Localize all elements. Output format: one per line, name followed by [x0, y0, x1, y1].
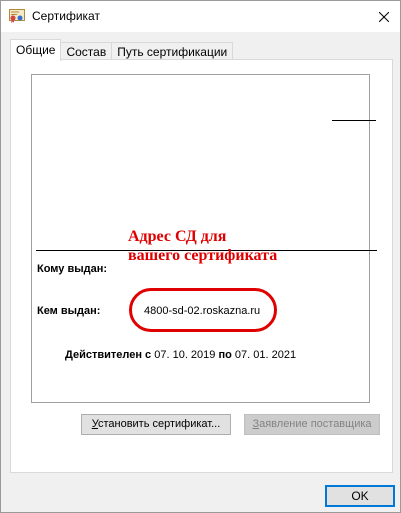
close-button[interactable]	[368, 1, 400, 32]
annotation-text: Адрес СД для вашего сертификата	[128, 227, 277, 265]
tab-general[interactable]: Общие	[10, 39, 62, 61]
valid-to-date: 07. 01. 2021	[234, 349, 297, 361]
title-bar: Сертификат	[1, 1, 400, 32]
certificate-dialog: Сертификат Общие Состав Путь сертификаци…	[0, 0, 401, 513]
install-certificate-button[interactable]: Установить сертификат...	[81, 414, 231, 435]
valid-from-date: 07. 10. 2019	[154, 349, 216, 361]
annotation-line-1: Адрес СД для	[128, 228, 227, 245]
highlight-ellipse	[129, 288, 277, 332]
issuer-statement-button[interactable]: Заявление поставщика	[244, 414, 380, 435]
general-tab-panel: Адрес СД для вашего сертификата Кому выд…	[10, 59, 393, 473]
close-icon	[379, 11, 389, 22]
tab-strip: Общие Состав Путь сертификации	[10, 39, 234, 61]
install-certificate-label: становить сертификат...	[97, 418, 221, 430]
issued-by-label: Кем выдан:	[37, 305, 101, 317]
issued-to-label: Кому выдан:	[37, 263, 108, 275]
certificate-icon	[9, 9, 25, 23]
header-rule	[332, 120, 376, 121]
valid-from-label: Действителен с	[65, 349, 152, 361]
validity-period: Действителен с 07. 10. 2019 по 07. 01. 2…	[65, 349, 296, 361]
certificate-info-frame: Адрес СД для вашего сертификата Кому выд…	[31, 74, 377, 403]
window-title: Сертификат	[32, 9, 100, 23]
annotation-line-2: вашего сертификата	[128, 247, 278, 264]
ok-button[interactable]: OK	[325, 485, 395, 507]
issuer-statement-label: аявление поставщика	[259, 418, 372, 430]
valid-to-label: по	[218, 349, 232, 361]
